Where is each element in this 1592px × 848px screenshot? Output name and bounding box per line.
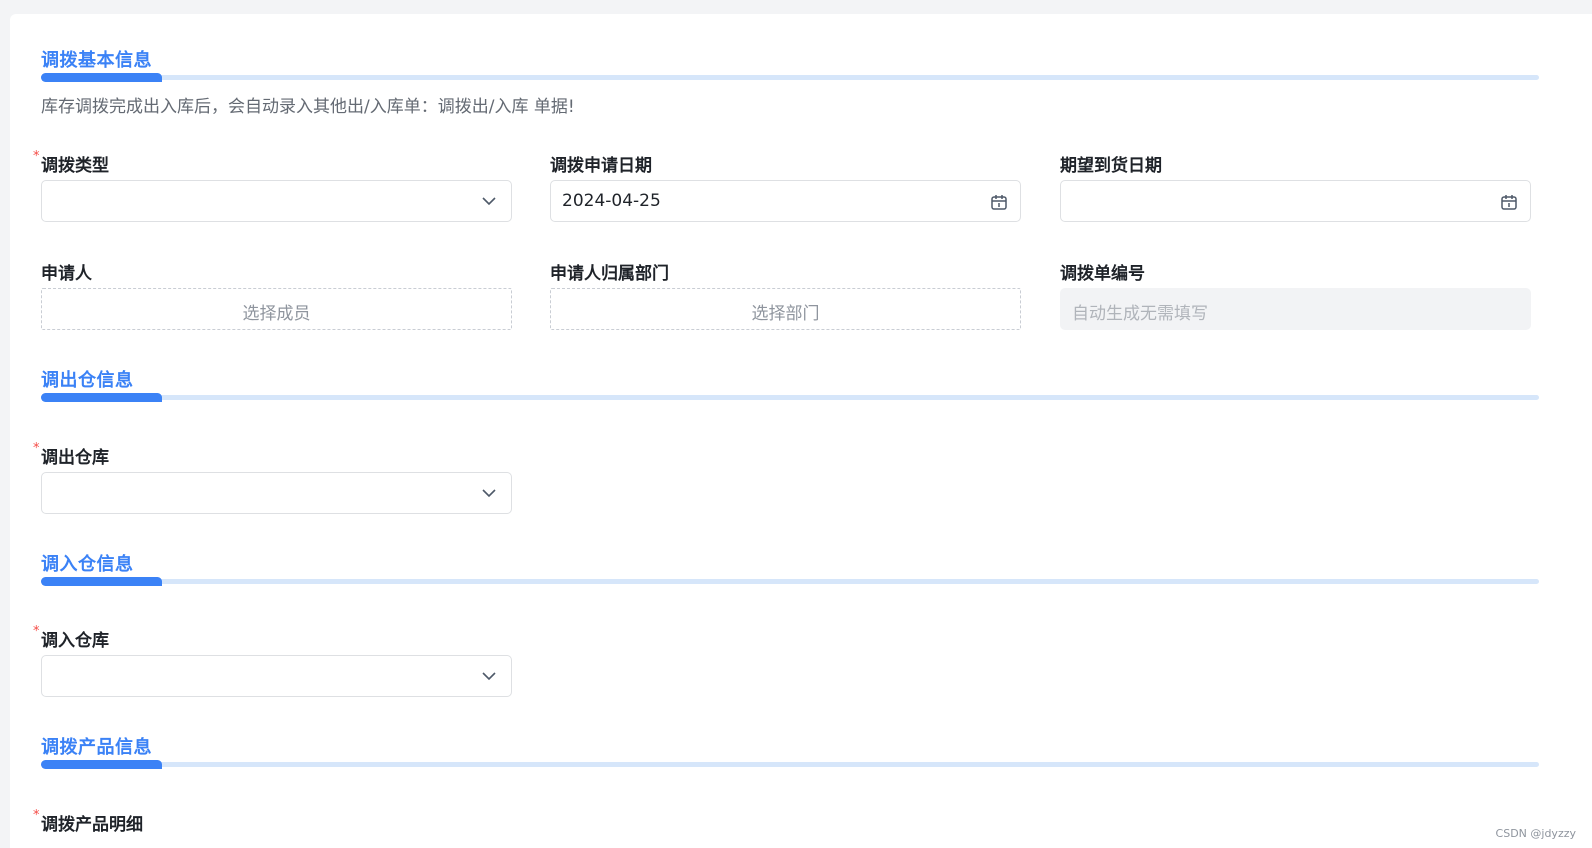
section-title: 调出仓信息 xyxy=(41,370,134,391)
out-warehouse-label: * 调出仓库 xyxy=(33,441,109,468)
product-detail-label: * 调拨产品明细 xyxy=(33,808,143,835)
label-text: 期望到货日期 xyxy=(1060,156,1162,176)
chevron-down-icon xyxy=(482,197,496,206)
apply-date-label: 调拨申请日期 xyxy=(550,151,652,176)
label-text: 调入仓库 xyxy=(41,631,109,651)
label-text: 调拨类型 xyxy=(41,156,109,176)
applicant-dept-picker[interactable]: 选择部门 xyxy=(550,288,1021,330)
required-mark: * xyxy=(33,808,40,823)
chevron-down-icon xyxy=(482,489,496,498)
label-text: 调出仓库 xyxy=(41,448,109,468)
transfer-type-label: * 调拨类型 xyxy=(33,149,109,176)
in-warehouse-label: * 调入仓库 xyxy=(33,624,109,651)
section-divider-accent xyxy=(41,393,162,402)
date-value: 2024-04-25 xyxy=(562,191,661,211)
calendar-icon xyxy=(1501,195,1517,210)
section-divider xyxy=(41,579,1539,584)
transfer-type-select[interactable] xyxy=(41,180,512,222)
form-card: 调拨基本信息 库存调拨完成出入库后，会自动录入其他出/入库单：调拨出/入库 单据… xyxy=(10,14,1592,848)
required-mark: * xyxy=(33,624,40,639)
watermark: CSDN @jdyzzy xyxy=(1495,827,1576,840)
picker-placeholder: 选择成员 xyxy=(242,304,311,324)
calendar-icon xyxy=(991,195,1007,210)
applicant-label: 申请人 xyxy=(41,259,92,284)
section-divider-accent xyxy=(41,73,162,82)
label-text: 申请人 xyxy=(41,264,92,284)
chevron-down-icon xyxy=(482,672,496,681)
section-divider-accent xyxy=(41,760,162,769)
section-title: 调拨基本信息 xyxy=(41,50,152,71)
section-title: 调拨产品信息 xyxy=(41,737,152,758)
label-text: 调拨单编号 xyxy=(1060,264,1145,284)
section-divider xyxy=(41,75,1539,80)
field-placeholder: 自动生成无需填写 xyxy=(1072,304,1208,324)
apply-date-picker[interactable]: 2024-04-25 xyxy=(550,180,1021,222)
order-no-field: 自动生成无需填写 xyxy=(1060,288,1531,330)
label-text: 申请人归属部门 xyxy=(550,264,669,284)
out-warehouse-select[interactable] xyxy=(41,472,512,514)
label-text: 调拨申请日期 xyxy=(550,156,652,176)
section-title: 调入仓信息 xyxy=(41,554,134,575)
section-divider xyxy=(41,762,1539,767)
section-divider xyxy=(41,395,1539,400)
picker-placeholder: 选择部门 xyxy=(751,304,820,324)
in-warehouse-select[interactable] xyxy=(41,655,512,697)
applicant-member-picker[interactable]: 选择成员 xyxy=(41,288,512,330)
expected-date-label: 期望到货日期 xyxy=(1060,151,1162,176)
order-no-label: 调拨单编号 xyxy=(1060,259,1145,284)
expected-date-picker[interactable] xyxy=(1060,180,1531,222)
label-text: 调拨产品明细 xyxy=(41,815,143,835)
applicant-dept-label: 申请人归属部门 xyxy=(550,259,669,284)
required-mark: * xyxy=(33,149,40,164)
section-divider-accent xyxy=(41,577,162,586)
section-hint: 库存调拨完成出入库后，会自动录入其他出/入库单：调拨出/入库 单据! xyxy=(41,97,575,117)
required-mark: * xyxy=(33,441,40,456)
